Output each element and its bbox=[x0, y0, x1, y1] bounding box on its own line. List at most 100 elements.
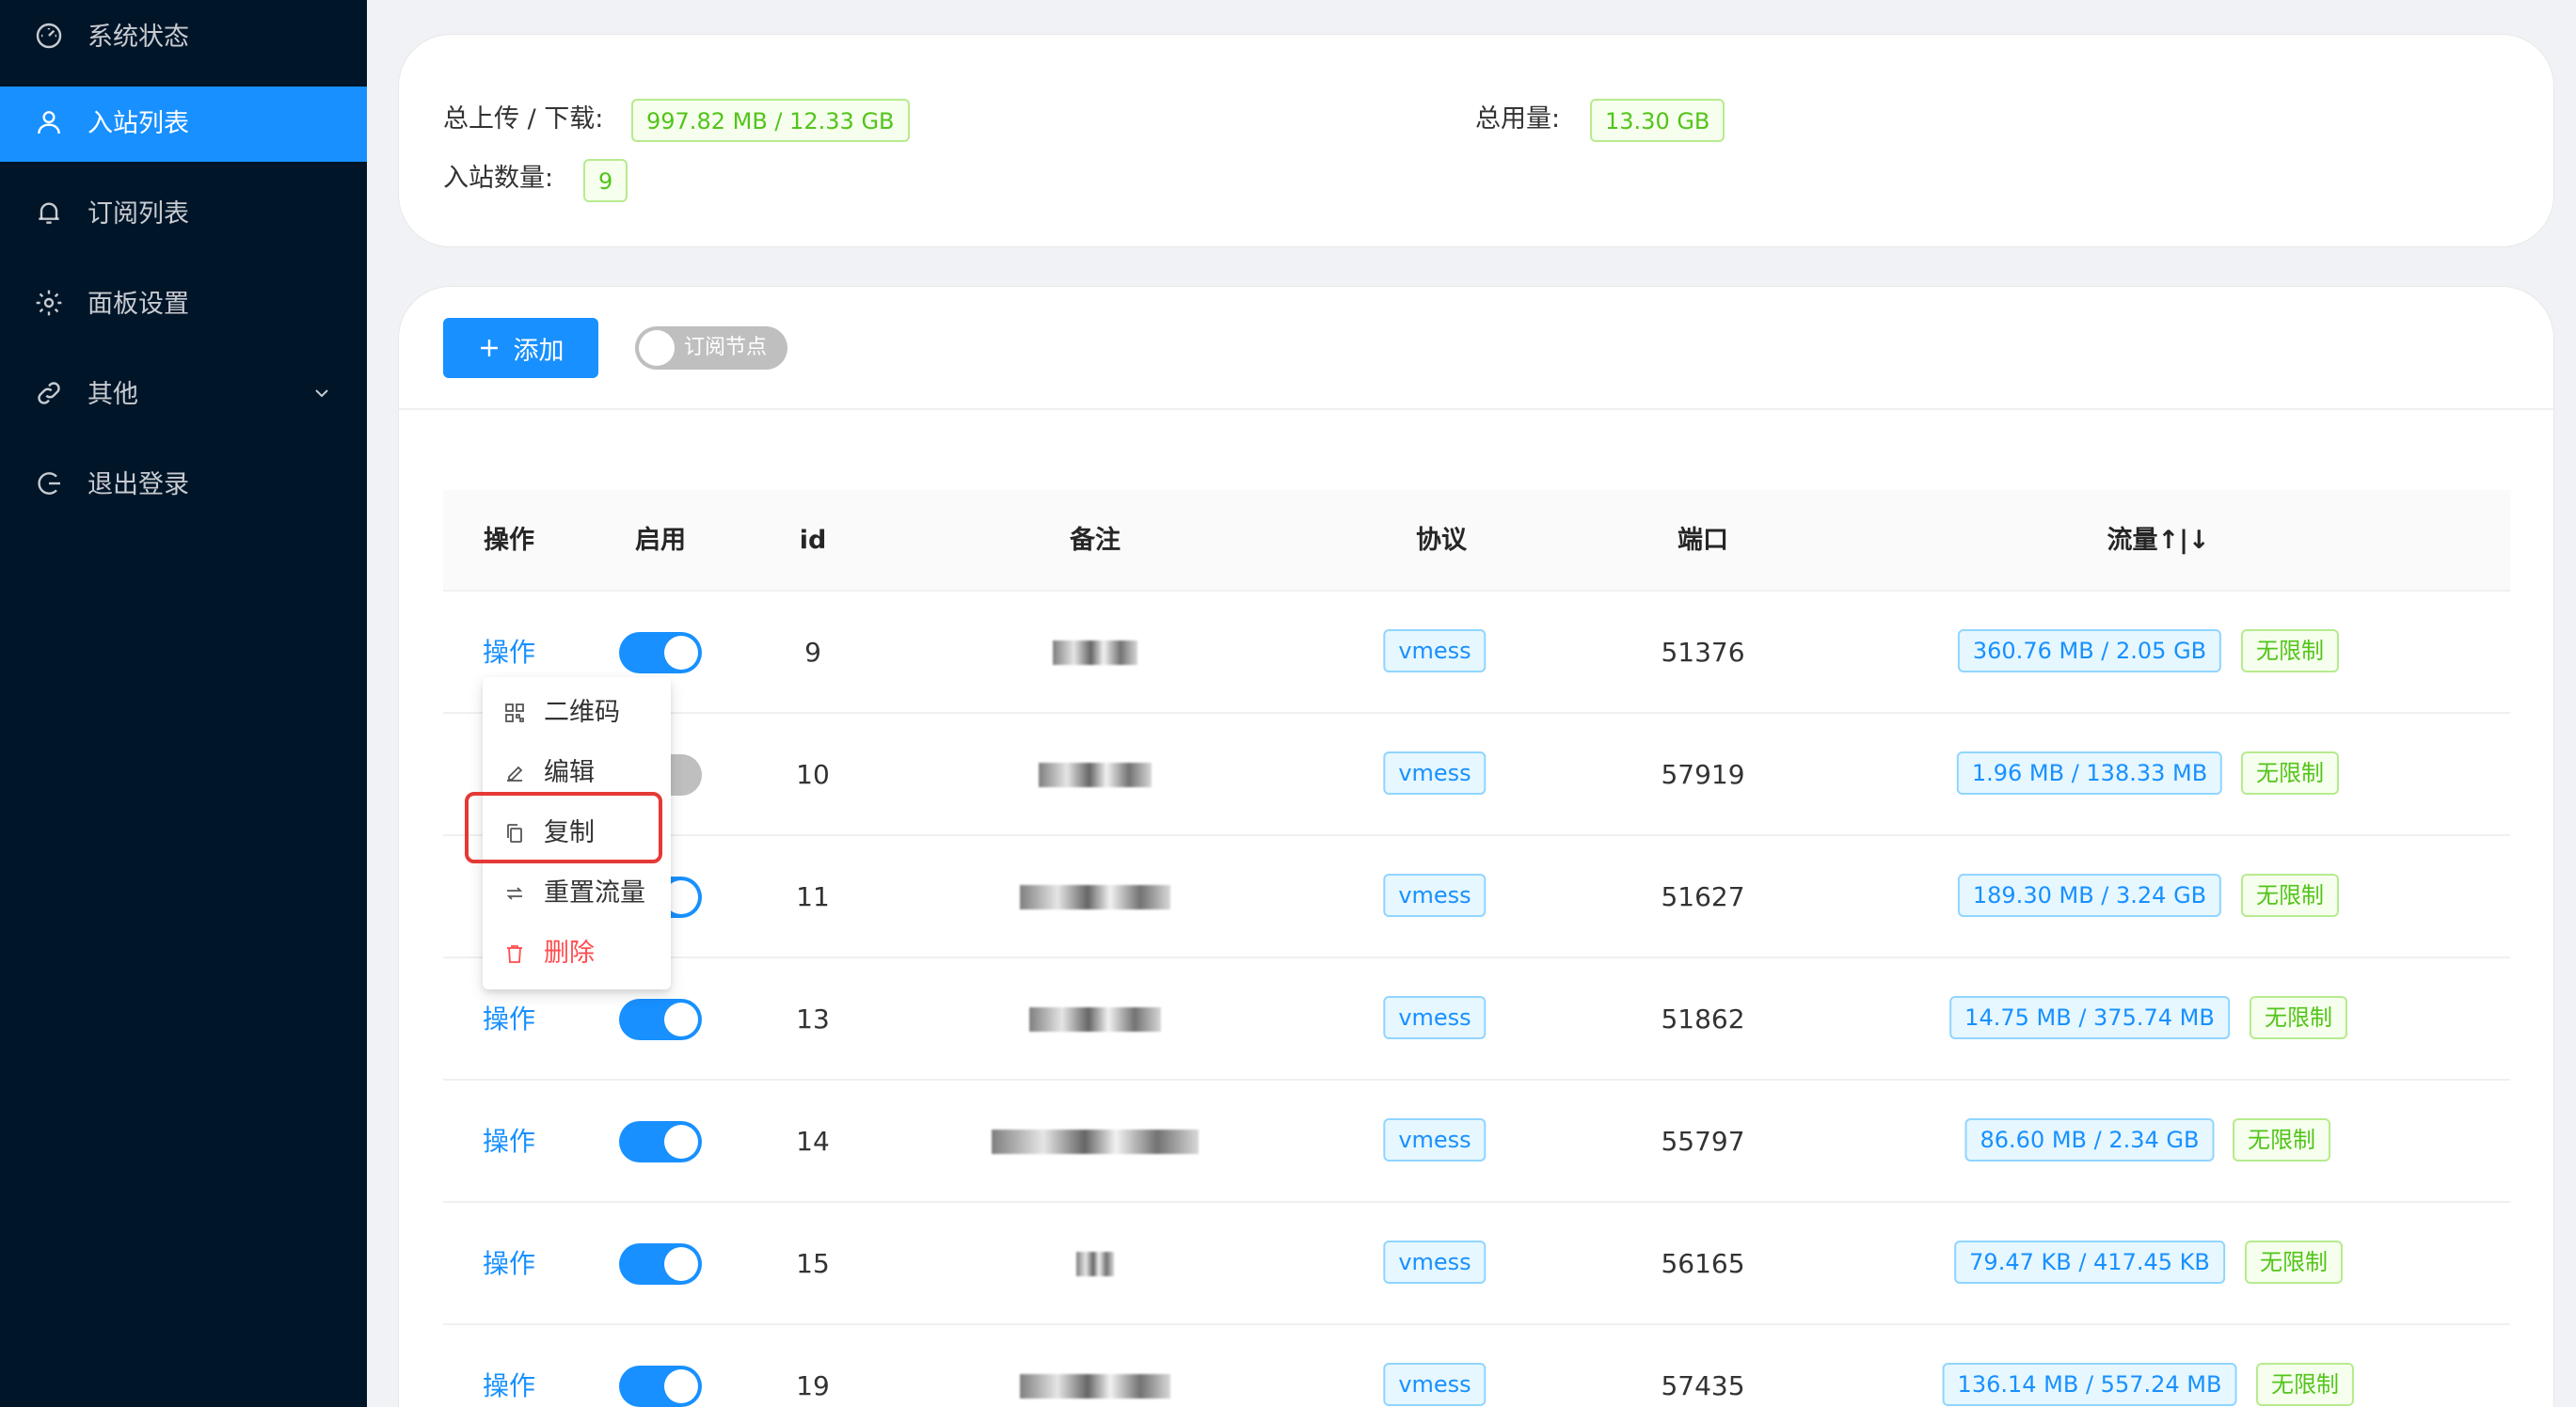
sidebar-item-label: 其他 bbox=[87, 380, 138, 409]
user-icon bbox=[38, 111, 60, 134]
enable-switch[interactable] bbox=[619, 1243, 702, 1285]
sidebar-item-inbound-list[interactable]: 入站列表 bbox=[0, 87, 367, 162]
traffic-tag: 189.30 MB / 3.24 GB bbox=[1957, 874, 2222, 917]
bell-icon bbox=[39, 202, 59, 224]
col-port: 端口 bbox=[1678, 526, 1728, 555]
row-id: 19 bbox=[796, 1370, 830, 1401]
sidebar-item-label: 面板设置 bbox=[87, 290, 189, 319]
col-id: id bbox=[799, 526, 827, 555]
row-id: 10 bbox=[796, 759, 830, 790]
dashboard-icon bbox=[36, 23, 62, 49]
menu-item-label: 二维码 bbox=[544, 698, 620, 727]
protocol-tag: vmess bbox=[1383, 629, 1487, 672]
sidebar-item-label: 订阅列表 bbox=[87, 199, 189, 229]
total-usage-label: 总用量: bbox=[1475, 104, 1561, 134]
limit-tag: 无限制 bbox=[2241, 629, 2339, 672]
upload-download-label: 总上传 / 下载: bbox=[443, 104, 604, 134]
link-icon bbox=[38, 382, 60, 404]
sidebar-item-logout[interactable]: 退出登录 bbox=[0, 448, 367, 523]
menu-item-qrcode[interactable]: 二维码 bbox=[483, 683, 671, 743]
remark-redacted bbox=[1076, 1252, 1114, 1276]
traffic-tag: 136.14 MB / 557.24 MB bbox=[1942, 1363, 2237, 1406]
row-id: 11 bbox=[796, 881, 830, 912]
remark-redacted bbox=[1020, 1374, 1170, 1399]
enable-switch[interactable] bbox=[619, 999, 702, 1040]
menu-item-label: 重置流量 bbox=[544, 878, 645, 908]
menu-item-label: 编辑 bbox=[544, 758, 595, 787]
protocol-tag: vmess bbox=[1383, 874, 1487, 917]
sidebar: 系统状态 入站列表 订阅列表 面板设置 其他 退出登录 bbox=[0, 0, 367, 1407]
action-link[interactable]: 操作 bbox=[483, 1325, 535, 1407]
sidebar-item-label: 系统状态 bbox=[87, 23, 189, 52]
limit-tag: 无限制 bbox=[2250, 996, 2347, 1039]
subscribe-switch-label: 订阅节点 bbox=[684, 336, 768, 359]
row-port: 55797 bbox=[1661, 1126, 1745, 1157]
remark-redacted bbox=[1020, 885, 1170, 909]
traffic-tag: 79.47 KB / 417.45 KB bbox=[1954, 1241, 2225, 1284]
sidebar-item-other[interactable]: 其他 bbox=[0, 357, 367, 433]
menu-item-label: 删除 bbox=[544, 939, 595, 968]
row-port: 56165 bbox=[1661, 1248, 1745, 1279]
remark-redacted bbox=[1029, 1007, 1161, 1032]
qrcode-icon bbox=[505, 704, 524, 722]
row-id: 14 bbox=[796, 1126, 830, 1157]
remark-redacted bbox=[1053, 640, 1137, 665]
limit-tag: 无限制 bbox=[2241, 751, 2339, 795]
col-protocol[interactable]: 协议 bbox=[1416, 490, 1467, 592]
toolbar-divider bbox=[399, 408, 2553, 410]
add-button-label: 添加 bbox=[513, 336, 564, 366]
copy-highlight-annotation bbox=[465, 792, 662, 863]
limit-tag: 无限制 bbox=[2241, 874, 2339, 917]
table-row: 操作 19 vmess 57435 136.14 MB / 557.24 MB … bbox=[443, 1325, 2510, 1407]
row-port: 57919 bbox=[1661, 759, 1745, 790]
limit-tag: 无限制 bbox=[2256, 1363, 2354, 1406]
protocol-tag: vmess bbox=[1383, 1241, 1487, 1284]
col-traffic-sort[interactable]: 流量↑|↓ bbox=[2107, 490, 2209, 592]
logout-icon bbox=[38, 472, 60, 495]
traffic-tag: 360.76 MB / 2.05 GB bbox=[1957, 629, 2222, 672]
protocol-tag: vmess bbox=[1383, 1118, 1487, 1162]
chevron-down-icon bbox=[315, 389, 328, 398]
reset-icon bbox=[506, 887, 523, 900]
subscribe-node-switch[interactable]: 订阅节点 bbox=[635, 326, 787, 370]
menu-item-reset-traffic[interactable]: 重置流量 bbox=[483, 863, 671, 924]
traffic-tag: 86.60 MB / 2.34 GB bbox=[1964, 1118, 2215, 1162]
enable-switch[interactable] bbox=[619, 632, 702, 673]
table-row: 操作 15 vmess 56165 79.47 KB / 417.45 KB 无… bbox=[443, 1203, 2510, 1325]
enable-switch[interactable] bbox=[619, 1121, 702, 1162]
table-row: 操作 10 vmess 57919 1.96 MB / 138.33 MB 无限… bbox=[443, 714, 2510, 836]
table-row: 操作 9 vmess 51376 360.76 MB / 2.05 GB 无限制 bbox=[443, 592, 2510, 714]
action-link[interactable]: 操作 bbox=[483, 1203, 535, 1325]
gear-icon bbox=[36, 290, 62, 316]
plus-icon bbox=[480, 340, 498, 356]
row-port: 51627 bbox=[1661, 881, 1745, 912]
limit-tag: 无限制 bbox=[2245, 1241, 2343, 1284]
sidebar-item-system-status[interactable]: 系统状态 bbox=[0, 0, 367, 75]
row-id: 9 bbox=[804, 637, 821, 668]
total-usage-tag: 13.30 GB bbox=[1590, 99, 1725, 142]
menu-item-delete[interactable]: 删除 bbox=[483, 924, 671, 984]
edit-icon bbox=[507, 766, 523, 782]
col-enabled: 启用 bbox=[635, 526, 686, 555]
sidebar-item-subscription-list[interactable]: 订阅列表 bbox=[0, 177, 367, 252]
traffic-tag: 14.75 MB / 375.74 MB bbox=[1949, 996, 2230, 1039]
upload-download-tag: 997.82 MB / 12.33 GB bbox=[631, 99, 910, 142]
table-header: 操作 启用 id 备注 协议 端口 流量↑|↓ bbox=[443, 490, 2510, 592]
protocol-tag: vmess bbox=[1383, 996, 1487, 1039]
col-action: 操作 bbox=[484, 526, 534, 555]
table-row: 操作 13 vmess 51862 14.75 MB / 375.74 MB 无… bbox=[443, 958, 2510, 1081]
action-link[interactable]: 操作 bbox=[483, 1081, 535, 1203]
enable-switch[interactable] bbox=[619, 1366, 702, 1407]
row-port: 57435 bbox=[1661, 1370, 1745, 1401]
col-remark: 备注 bbox=[1070, 526, 1121, 555]
sidebar-item-label: 入站列表 bbox=[87, 109, 189, 138]
remark-redacted bbox=[1039, 763, 1152, 787]
row-port: 51376 bbox=[1661, 637, 1745, 668]
protocol-tag: vmess bbox=[1383, 1363, 1487, 1406]
sidebar-item-label: 退出登录 bbox=[87, 470, 189, 499]
sidebar-item-panel-settings[interactable]: 面板设置 bbox=[0, 267, 367, 342]
row-port: 51862 bbox=[1661, 1004, 1745, 1035]
add-button[interactable]: 添加 bbox=[443, 318, 598, 378]
row-id: 15 bbox=[796, 1248, 830, 1279]
table-row: 操作 11 vmess 51627 189.30 MB / 3.24 GB 无限… bbox=[443, 836, 2510, 958]
